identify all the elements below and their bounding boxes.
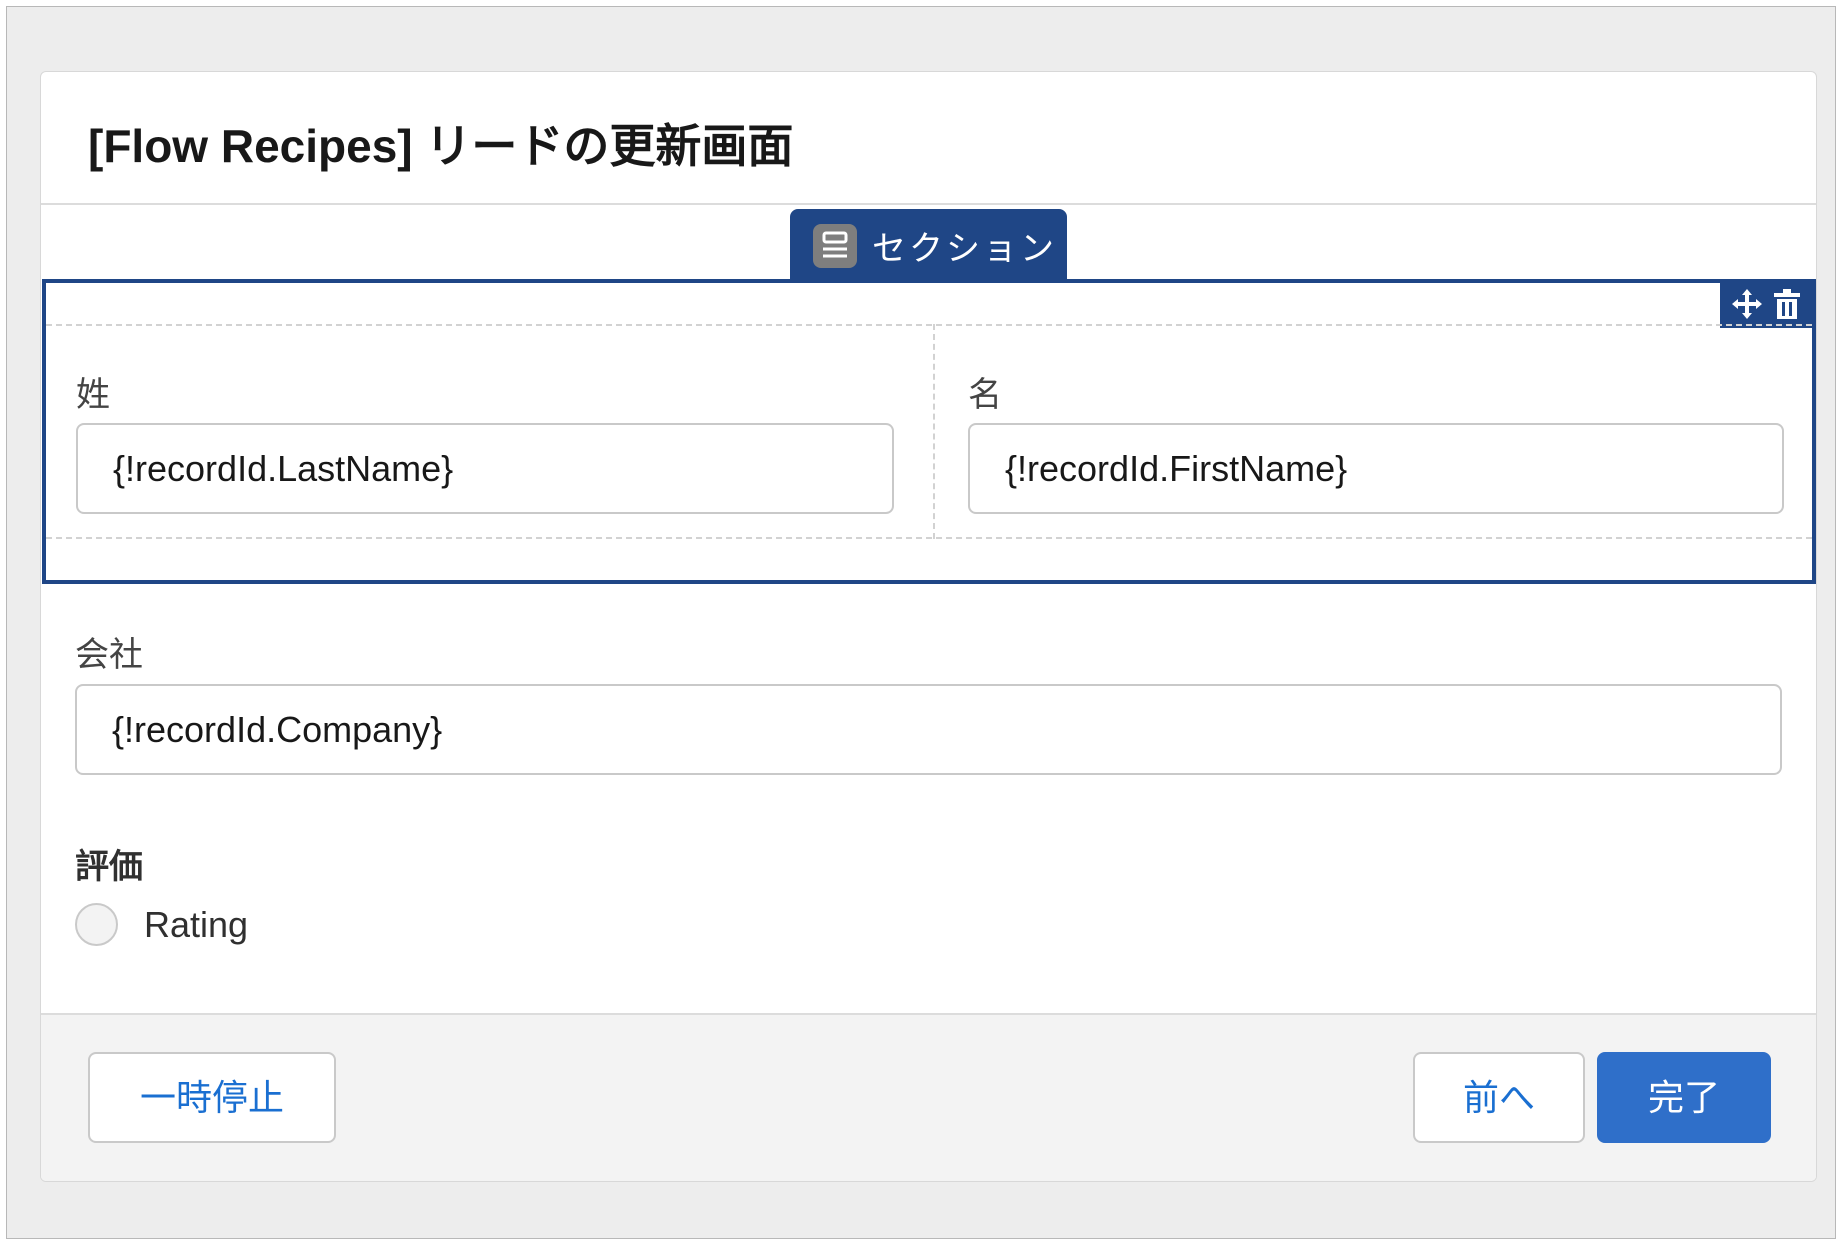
first-name-label: 名 <box>968 376 1002 414</box>
screen-header: [Flow Recipes] リードの更新画面 <box>41 72 1816 205</box>
last-name-input[interactable]: {!recordId.LastName} <box>76 423 894 514</box>
move-icon[interactable] <box>1730 287 1764 321</box>
section-tools <box>1720 279 1816 328</box>
screen-title: [Flow Recipes] リードの更新画面 <box>88 120 794 172</box>
flow-screen-card: [Flow Recipes] リードの更新画面 セクション 姓 {!record… <box>40 71 1817 1182</box>
company-label: 会社 <box>75 636 143 674</box>
rating-radio[interactable] <box>75 903 118 946</box>
section-tab-label: セクション <box>872 230 1057 268</box>
first-name-input[interactable]: {!recordId.FirstName} <box>968 423 1784 514</box>
trash-icon[interactable] <box>1772 287 1802 321</box>
screen-frame: [Flow Recipes] リードの更新画面 セクション 姓 {!record… <box>6 6 1836 1239</box>
previous-button[interactable]: 前へ <box>1413 1052 1585 1143</box>
section-tab[interactable]: セクション <box>790 209 1067 280</box>
pause-button[interactable]: 一時停止 <box>88 1052 336 1143</box>
rating-option-label: Rating <box>144 904 249 945</box>
section-component[interactable]: 姓 {!recordId.LastName} 名 {!recordId.Firs… <box>42 279 1816 584</box>
last-name-label: 姓 <box>76 376 110 414</box>
screen-footer: 一時停止 前へ 完了 <box>41 1013 1816 1181</box>
column-divider <box>933 324 935 539</box>
rating-label: 評価 <box>75 848 143 886</box>
finish-button[interactable]: 完了 <box>1597 1052 1771 1143</box>
section-layout-icon <box>813 224 857 268</box>
company-input[interactable]: {!recordId.Company} <box>75 684 1782 775</box>
